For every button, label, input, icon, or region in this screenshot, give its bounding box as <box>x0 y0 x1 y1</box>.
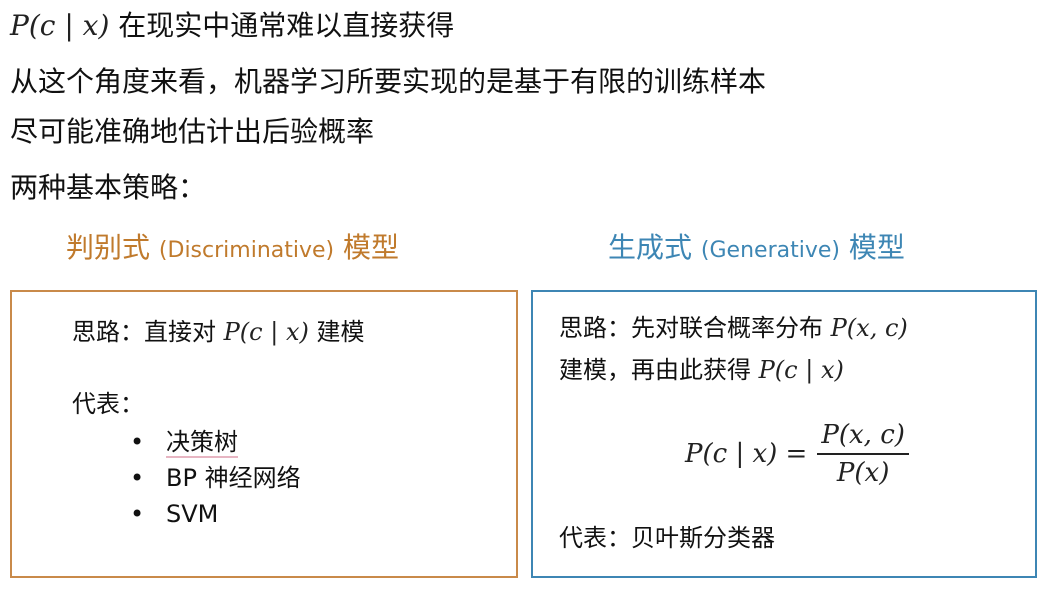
generative-rep: 代表：贝叶斯分类器 <box>559 524 775 552</box>
bayes-formula: P(c | x) = P(x, c) P(x) <box>685 420 909 488</box>
generative-box: 思路：先对联合概率分布 P(x, c) 建模，再由此获得 P(c | x) P(… <box>531 290 1037 578</box>
generative-heading-cn: 生成式 <box>608 231 693 264</box>
generative-idea-line-1: 思路：先对联合概率分布 P(x, c) <box>559 308 908 343</box>
discriminative-heading-cn: 判别式 <box>66 231 151 264</box>
intro-line-1: P(c | x) 在现实中通常难以直接获得 <box>10 4 454 44</box>
discriminative-idea-tail: 建模 <box>316 318 365 346</box>
formula-fraction: P(x, c) P(x) <box>817 420 909 488</box>
example-bp-network: BP 神经网络 <box>166 464 301 492</box>
discriminative-rep-label: 代表： <box>72 390 144 418</box>
intro-line-1-text: 在现实中通常难以直接获得 <box>109 9 455 42</box>
generative-idea-text-2: 建模，再由此获得 <box>559 356 751 384</box>
discriminative-heading: 判别式 (Discriminative) 模型 <box>66 226 399 266</box>
formula-lhs: P(c | x) = <box>685 439 808 469</box>
formula-numerator: P(x, c) <box>817 420 909 455</box>
discriminative-box: 思路：直接对 P(c | x) 建模 代表： 决策树 BP 神经网络 SVM <box>10 290 518 578</box>
discriminative-examples: 决策树 BP 神经网络 SVM <box>130 424 301 532</box>
discriminative-heading-en: (Discriminative) <box>158 238 335 263</box>
discriminative-idea: 思路：直接对 P(c | x) 建模 <box>72 312 364 347</box>
generative-idea-line-2: 建模，再由此获得 P(c | x) <box>559 350 844 385</box>
posterior-math: P(c | x) <box>10 9 110 42</box>
list-item: BP 神经网络 <box>130 460 301 496</box>
strategies-label: 两种基本策略： <box>10 171 207 204</box>
discriminative-idea-label: 思路：直接对 <box>72 318 216 346</box>
discriminative-heading-model: 模型 <box>343 231 400 264</box>
posterior-math-2: P(c | x) <box>758 356 844 384</box>
example-svm: SVM <box>166 500 219 528</box>
generative-heading: 生成式 (Generative) 模型 <box>608 226 905 266</box>
generative-heading-en: (Generative) <box>700 238 840 263</box>
list-item: SVM <box>130 496 301 532</box>
formula-denominator: P(x) <box>836 458 890 488</box>
discriminative-idea-math: P(c | x) <box>223 318 309 346</box>
list-item: 决策树 <box>130 424 301 460</box>
example-decision-tree: 决策树 <box>166 428 238 458</box>
intro-line-3: 尽可能准确地估计出后验概率 <box>10 115 375 148</box>
generative-idea-text-1: 思路：先对联合概率分布 <box>559 314 823 342</box>
generative-heading-model: 模型 <box>848 231 905 264</box>
intro-line-2: 从这个角度来看，机器学习所要实现的是基于有限的训练样本 <box>10 65 767 98</box>
joint-prob-math: P(x, c) <box>830 314 908 342</box>
